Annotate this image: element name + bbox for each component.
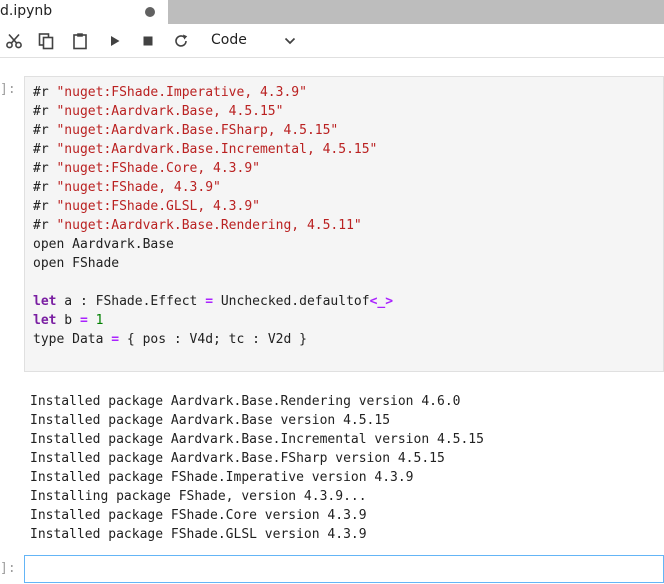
notebook-toolbar: Code — [0, 24, 664, 58]
code-line: type Data = { pos : V4d; tc : V2d } — [33, 330, 393, 349]
cut-icon — [6, 33, 22, 49]
code-cell-input[interactable]: #r "nuget:FShade.Imperative, 4.3.9" #r "n… — [24, 76, 664, 372]
paste-icon — [73, 33, 87, 50]
code-token: #r — [33, 85, 57, 100]
code-line: #r "nuget:Aardvark.Base, 4.5.15" — [33, 102, 393, 121]
code-token: "nuget:Aardvark.Base.FSharp, 4.5.15" — [56, 123, 339, 138]
code-line: open Aardvark.Base — [33, 235, 393, 254]
tab-title: d.ipynb — [0, 3, 53, 19]
output-text: Installed package Aardvark.Base.Renderin… — [30, 392, 484, 544]
output-line: Installed package Aardvark.Base.Renderin… — [30, 394, 461, 409]
code-line: let a : FShade.Effect = Unchecked.defaul… — [33, 292, 393, 311]
copy-button[interactable] — [35, 30, 57, 52]
code-line: #r "nuget:FShade.GLSL, 4.3.9" — [33, 197, 393, 216]
output-line: Installed package Aardvark.Base version … — [30, 413, 391, 428]
output-line: Installed package FShade.GLSL version 4.… — [30, 527, 367, 542]
code-token: #r — [33, 104, 57, 119]
code-token: "nuget:Aardvark.Base, 4.5.15" — [56, 104, 284, 119]
output-line: Installed package FShade.Imperative vers… — [30, 470, 414, 485]
code-line: #r "nuget:Aardvark.Base.Rendering, 4.5.1… — [33, 216, 393, 235]
output-line: Installed package FShade.Core version 4.… — [30, 508, 367, 523]
tab-notebook[interactable]: d.ipynb — [0, 0, 168, 26]
tab-bar: d.ipynb — [0, 0, 664, 26]
code-token: { pos : V4d; tc : V2d } — [119, 332, 307, 347]
code-token: = — [111, 332, 120, 347]
output-line: Installed package Aardvark.Base.FSharp v… — [30, 451, 445, 466]
stop-icon — [143, 36, 153, 46]
code-token: #r — [33, 123, 57, 138]
code-token: b — [56, 313, 80, 328]
chevron-down-icon — [284, 37, 296, 45]
code-token: #r — [33, 161, 57, 176]
code-token: open FShade — [33, 256, 120, 271]
code-token: open Aardvark.Base — [33, 237, 174, 252]
unsaved-indicator-icon[interactable] — [145, 7, 155, 17]
code-token: "nuget:FShade.Core, 4.3.9" — [56, 161, 260, 176]
code-token: "nuget:FShade, 4.3.9" — [56, 180, 221, 195]
code-line: let b = 1 — [33, 311, 393, 330]
interrupt-kernel-button[interactable] — [137, 30, 159, 52]
code-token: "nuget:FShade.Imperative, 4.3.9" — [56, 85, 307, 100]
input-prompt: ]: — [0, 82, 16, 97]
code-token: #r — [33, 218, 57, 233]
code-token: = — [79, 313, 88, 328]
restart-icon — [175, 34, 188, 47]
code-token: #r — [33, 199, 57, 214]
code-token: type Data — [33, 332, 112, 347]
empty-code-cell[interactable] — [24, 555, 664, 583]
code-token: "nuget:FShade.GLSL, 4.3.9" — [56, 199, 260, 214]
cell-type-value: Code — [211, 32, 247, 48]
output-line: Installing package FShade, version 4.3.9… — [30, 489, 367, 504]
code-token: #r — [33, 142, 57, 157]
cell-type-dropdown[interactable]: Code — [204, 28, 304, 54]
run-cell-button[interactable] — [104, 30, 126, 52]
code-line: #r "nuget:FShade.Imperative, 4.3.9" — [33, 83, 393, 102]
code-line: #r "nuget:Aardvark.Base.FSharp, 4.5.15" — [33, 121, 393, 140]
code-token: 1 — [95, 313, 104, 328]
copy-icon — [38, 33, 54, 50]
code-editor[interactable]: #r "nuget:FShade.Imperative, 4.3.9" #r "n… — [33, 83, 393, 349]
code-line: open FShade — [33, 254, 393, 273]
cut-button[interactable] — [3, 30, 25, 52]
code-token: Unchecked.defaultof — [213, 294, 370, 309]
code-token: "nuget:Aardvark.Base.Rendering, 4.5.11" — [56, 218, 362, 233]
code-token: = — [205, 294, 214, 309]
code-token: #r — [33, 180, 57, 195]
code-token: <_> — [369, 294, 394, 309]
paste-button[interactable] — [69, 30, 91, 52]
run-icon — [111, 36, 120, 46]
code-line: #r "nuget:Aardvark.Base.Incremental, 4.5… — [33, 140, 393, 159]
notebook-window: d.ipynb Code]: #r "nuget:FShade.Imperat… — [0, 0, 664, 584]
code-token: a : FShade.Effect — [56, 294, 206, 309]
cell-output: Installed package Aardvark.Base.Renderin… — [24, 386, 664, 552]
code-line: #r "nuget:FShade.Core, 4.3.9" — [33, 159, 393, 178]
restart-kernel-button[interactable] — [170, 30, 192, 52]
code-token: "nuget:Aardvark.Base.Incremental, 4.5.15… — [56, 142, 378, 157]
new-cell-prompt: ]: — [0, 561, 16, 576]
code-token: let — [33, 313, 57, 328]
output-line: Installed package Aardvark.Base.Incremen… — [30, 432, 484, 447]
code-token: let — [33, 294, 57, 309]
code-line: #r "nuget:FShade, 4.3.9" — [33, 178, 393, 197]
